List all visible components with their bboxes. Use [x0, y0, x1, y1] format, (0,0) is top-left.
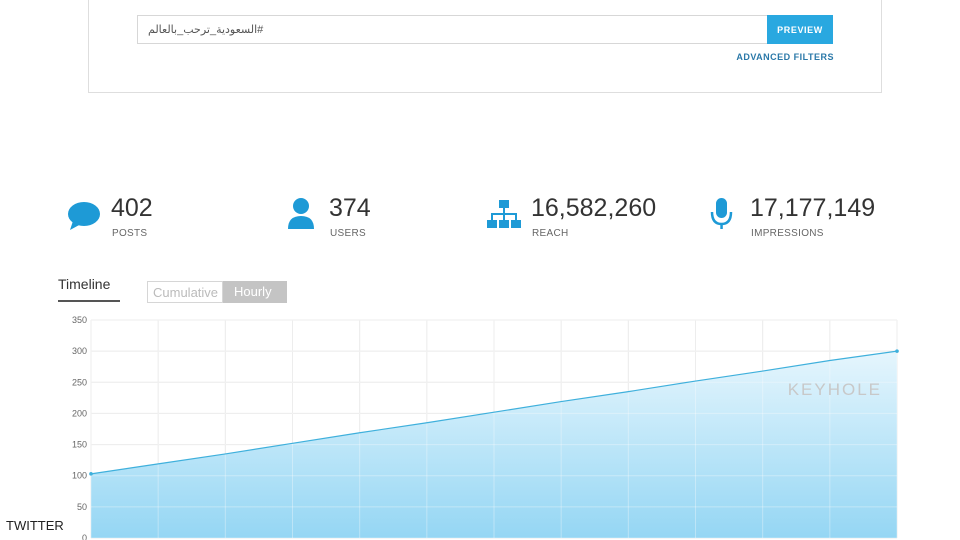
chart-grid: [90, 319, 898, 539]
reach-label: REACH: [532, 228, 569, 239]
tab-timeline[interactable]: Timeline: [58, 276, 120, 302]
chat-bubble-icon: [68, 202, 100, 230]
y-tick-label-3: 150: [72, 440, 87, 450]
y-tick-label-1: 50: [77, 502, 87, 512]
preview-button[interactable]: PREVIEW: [767, 15, 833, 44]
reach-value: 16,582,260: [531, 194, 657, 222]
chart-y-ticks: 0 50 100 150 200 250 300 350: [72, 315, 87, 540]
data-point-12: [895, 349, 899, 353]
chart-points: [89, 349, 899, 476]
chart-area: [91, 351, 897, 538]
user-icon: [288, 198, 314, 229]
org-chart-icon: [487, 200, 521, 228]
microphone-icon: [710, 198, 733, 229]
toggle-hourly[interactable]: Hourly: [223, 281, 287, 303]
posts-value: 402: [111, 194, 153, 222]
y-tick-label-5: 250: [72, 377, 87, 387]
y-tick-label-6: 300: [72, 346, 87, 356]
y-tick-label-4: 200: [72, 408, 87, 418]
advanced-filters-link[interactable]: ADVANCED FILTERS: [700, 52, 834, 62]
data-point-0: [89, 472, 93, 476]
toggle-cumulative[interactable]: Cumulative: [147, 281, 223, 303]
impressions-label: IMPRESSIONS: [751, 228, 824, 239]
chart-line: [90, 350, 898, 475]
y-tick-label-2: 100: [72, 471, 87, 481]
search-input[interactable]: السعودية_ترحب_بالعالم#: [137, 15, 767, 44]
y-tick-label-7: 350: [72, 315, 87, 325]
users-value: 374: [329, 194, 371, 222]
posts-label: POSTS: [112, 228, 148, 239]
source-watermark: TWITTER: [6, 518, 64, 533]
timeline-toggle: Cumulative Hourly: [147, 281, 287, 303]
chart-grid-overlay: [90, 319, 898, 539]
keyhole-watermark: KEYHOLE: [787, 380, 882, 399]
search-card: [88, 0, 882, 93]
impressions-value: 17,177,149: [750, 194, 876, 222]
y-tick-label-0: 0: [82, 533, 87, 540]
users-label: USERS: [330, 228, 366, 239]
